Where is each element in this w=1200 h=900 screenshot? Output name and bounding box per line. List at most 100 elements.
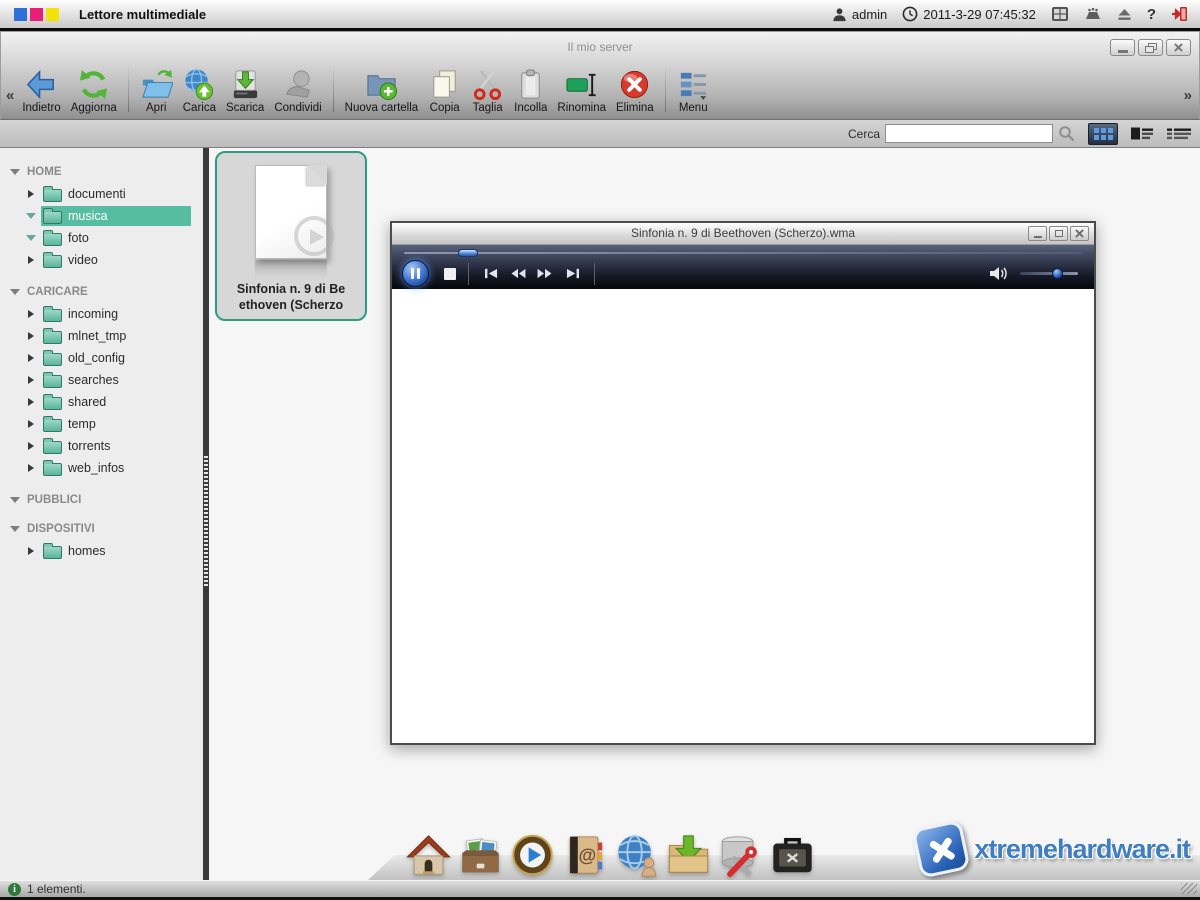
- windows-icon[interactable]: [1051, 6, 1069, 22]
- toolbar-button-nuova-cartella[interactable]: Nuova cartella: [340, 68, 424, 114]
- resize-grip[interactable]: [1181, 883, 1197, 894]
- pause-button[interactable]: [402, 260, 429, 287]
- chevron-right-icon[interactable]: [28, 464, 34, 472]
- file-browser-area[interactable]: Sinfonia n. 9 di Be ethoven (Scherzo Sin…: [209, 148, 1200, 880]
- sidebar-item-searches[interactable]: searches: [26, 370, 203, 389]
- toolbar-button-taglia[interactable]: Taglia: [466, 68, 509, 114]
- search-input[interactable]: [885, 124, 1053, 143]
- sidebar-item-old-config[interactable]: old_config: [26, 348, 203, 367]
- toolbar-button-apri[interactable]: Apri: [135, 68, 178, 114]
- minimize-button[interactable]: [1110, 39, 1135, 56]
- chevron-down-icon[interactable]: [26, 235, 36, 241]
- eject-icon[interactable]: [1117, 8, 1132, 21]
- help-icon[interactable]: ?: [1147, 6, 1156, 23]
- toolbar-overflow-button[interactable]: »: [1181, 87, 1195, 104]
- sidebar-collapse-button[interactable]: «: [3, 87, 17, 104]
- chevron-right-icon[interactable]: [28, 547, 34, 555]
- sidebar-section-home[interactable]: HOME: [10, 166, 203, 178]
- chevron-right-icon[interactable]: [28, 376, 34, 384]
- chevron-down-icon[interactable]: [10, 497, 20, 503]
- sidebar-item-video[interactable]: video: [26, 250, 203, 269]
- splitter-handle-icon[interactable]: [204, 456, 208, 588]
- toolbar-button-scarica[interactable]: Scarica: [221, 68, 269, 114]
- toolbar-button-condividi[interactable]: Condividi: [269, 68, 326, 114]
- folder-icon: [43, 233, 62, 246]
- view-list-button[interactable]: [1130, 126, 1154, 141]
- chevron-right-icon[interactable]: [28, 398, 34, 406]
- player-content: [392, 289, 1094, 743]
- sidebar-section-caricare[interactable]: CARICARE: [10, 286, 203, 298]
- chevron-down-icon[interactable]: [10, 289, 20, 295]
- restore-button[interactable]: [1138, 39, 1163, 56]
- volume-handle[interactable]: [1052, 268, 1063, 279]
- dock-contacts-icon[interactable]: @: [561, 832, 608, 878]
- player-minimize-button[interactable]: [1028, 226, 1047, 241]
- sidebar-item-incoming[interactable]: incoming: [26, 304, 203, 323]
- background-tasks-icon[interactable]: [1084, 7, 1102, 21]
- dock-disk-tools-icon[interactable]: [717, 832, 764, 878]
- dock-media-player-icon[interactable]: [509, 832, 556, 878]
- sidebar-item-homes[interactable]: homes: [26, 541, 203, 560]
- window-titlebar[interactable]: Il mio server: [1, 32, 1199, 62]
- logout-icon[interactable]: [1171, 6, 1188, 22]
- seek-bar[interactable]: [404, 252, 1082, 254]
- next-button[interactable]: [562, 265, 582, 283]
- chevron-right-icon[interactable]: [28, 354, 34, 362]
- paste-icon: [514, 68, 547, 101]
- sidebar-section-dispositivi[interactable]: DISPOSITIVI: [10, 523, 203, 535]
- stop-button[interactable]: [444, 268, 456, 280]
- toolbar-button-rinomina[interactable]: Rinomina: [552, 68, 611, 114]
- player-close-button[interactable]: [1070, 226, 1089, 241]
- chevron-right-icon[interactable]: [28, 420, 34, 428]
- player-titlebar[interactable]: Sinfonia n. 9 di Beethoven (Scherzo).wma: [392, 223, 1094, 245]
- dock-home-icon[interactable]: [405, 832, 452, 878]
- toolbar-button-menu[interactable]: Menu: [672, 68, 715, 114]
- rewind-button[interactable]: [508, 265, 528, 283]
- delete-icon: [618, 68, 651, 101]
- toolbar-button-elimina[interactable]: Elimina: [611, 68, 659, 114]
- chevron-right-icon[interactable]: [28, 310, 34, 318]
- sidebar-item-mlnet-tmp[interactable]: mlnet_tmp: [26, 326, 203, 345]
- dock-toolbox-icon[interactable]: [769, 832, 816, 878]
- chevron-right-icon[interactable]: [28, 332, 34, 340]
- toolbar-button-indietro[interactable]: Indietro: [17, 68, 65, 114]
- restore-icon: [1145, 43, 1157, 53]
- sidebar-item-documenti[interactable]: documenti: [26, 184, 203, 203]
- view-details-button[interactable]: [1166, 127, 1192, 140]
- close-button[interactable]: [1166, 39, 1191, 56]
- search-icon[interactable]: [1058, 125, 1075, 142]
- user-menu[interactable]: admin: [832, 7, 887, 22]
- sidebar-item-shared[interactable]: shared: [26, 392, 203, 411]
- sidebar-item-temp[interactable]: temp: [26, 414, 203, 433]
- datetime: 2011-3-29 07:45:32: [923, 7, 1036, 22]
- toolbar-button-copia[interactable]: Copia: [423, 68, 466, 114]
- chevron-down-icon[interactable]: [10, 169, 20, 175]
- toolbar-button-carica[interactable]: Carica: [178, 68, 221, 114]
- fast-forward-button[interactable]: [535, 265, 555, 283]
- chevron-right-icon[interactable]: [28, 256, 34, 264]
- dock-photos-icon[interactable]: [457, 832, 504, 878]
- previous-button[interactable]: [481, 265, 501, 283]
- toolbar-button-incolla[interactable]: Incolla: [509, 68, 552, 114]
- view-grid-button[interactable]: [1088, 123, 1118, 145]
- volume-slider[interactable]: [1020, 272, 1078, 275]
- play-watermark-icon: [294, 216, 334, 256]
- toolbar-button-aggiorna[interactable]: Aggiorna: [66, 68, 122, 114]
- window-title: Il mio server: [1, 40, 1199, 54]
- sidebar-item-torrents[interactable]: torrents: [26, 436, 203, 455]
- chevron-down-icon[interactable]: [26, 213, 36, 219]
- chevron-down-icon[interactable]: [10, 526, 20, 532]
- sidebar-item-foto[interactable]: foto: [26, 228, 203, 247]
- file-item-selected[interactable]: Sinfonia n. 9 di Be ethoven (Scherzo: [215, 151, 367, 321]
- sidebar-item-musica[interactable]: musica: [26, 206, 203, 225]
- chevron-right-icon[interactable]: [28, 442, 34, 450]
- chevron-right-icon[interactable]: [28, 190, 34, 198]
- seek-handle[interactable]: [458, 249, 478, 257]
- open-icon: [140, 68, 173, 101]
- player-maximize-button[interactable]: [1049, 226, 1068, 241]
- sidebar-section-pubblici[interactable]: PUBBLICI: [10, 494, 203, 506]
- dock-downloads-icon[interactable]: [665, 832, 712, 878]
- dock-network-icon[interactable]: [613, 832, 660, 878]
- volume-icon[interactable]: [989, 266, 1008, 281]
- sidebar-item-web-infos[interactable]: web_infos: [26, 458, 203, 477]
